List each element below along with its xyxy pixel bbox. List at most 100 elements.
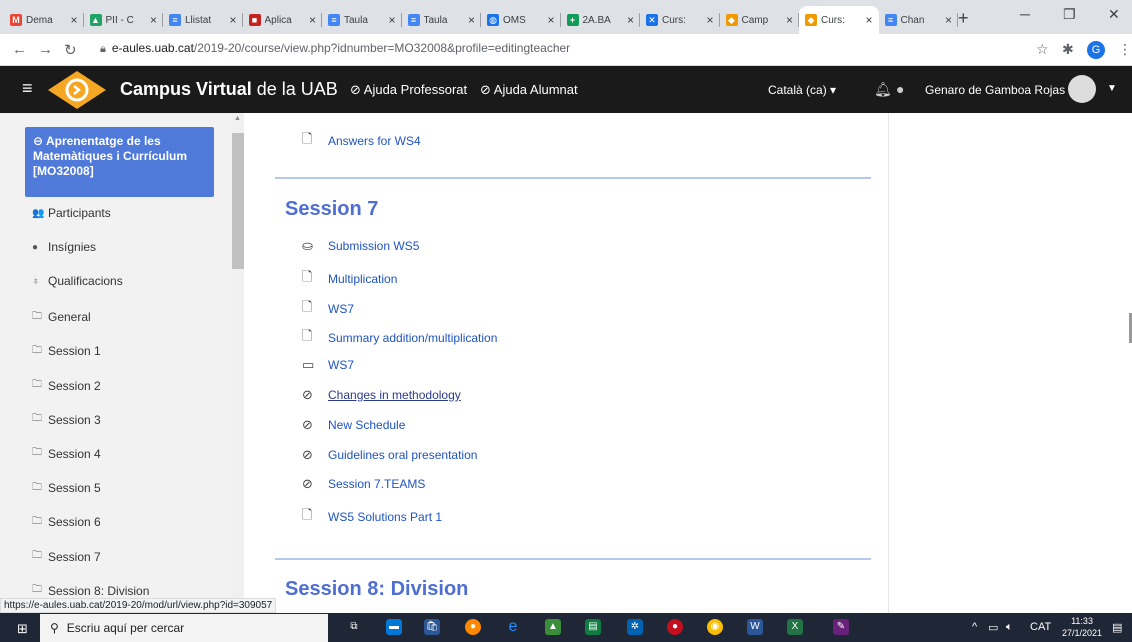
activity-link[interactable]: Guidelines oral presentation xyxy=(328,448,477,462)
tab-close-icon[interactable]: × xyxy=(70,13,77,27)
extensions-icon[interactable]: ✱ xyxy=(1062,41,1074,58)
activity-item[interactable]: ⊘ Session 7.TEAMS xyxy=(302,476,425,492)
activity-item[interactable]: 🗋 Summary addition/multiplication xyxy=(302,327,497,349)
menu-dots-icon[interactable]: ⋮ xyxy=(1118,41,1132,58)
hamburger-menu-icon[interactable]: ≡ xyxy=(22,78,33,99)
activity-item[interactable]: ⊘ Guidelines oral presentation xyxy=(302,447,477,463)
sidebar-item[interactable]: 🗀 Session 7 xyxy=(32,548,101,565)
notification-icon[interactable]: ▤ xyxy=(1112,621,1122,634)
browser-tab[interactable]: +2A.BA × xyxy=(561,6,641,34)
browser-tab[interactable]: ■ Aplica × xyxy=(243,6,323,34)
profile-avatar[interactable]: G xyxy=(1087,41,1105,59)
new-tab-button[interactable]: + xyxy=(958,8,969,29)
section-title-session7[interactable]: Session 7 xyxy=(285,198,378,221)
activity-link[interactable]: New Schedule xyxy=(328,418,405,432)
app-red-icon[interactable]: ● xyxy=(667,619,683,635)
taskbar-search[interactable]: ⚲ Escriu aquí per cercar xyxy=(40,614,328,642)
input-language[interactable]: CAT xyxy=(1030,621,1051,633)
tab-close-icon[interactable]: × xyxy=(627,13,634,27)
sidebar-item[interactable]: 🗀 Session 6 xyxy=(32,514,101,531)
scrollbar-thumb[interactable] xyxy=(232,133,244,269)
browser-tab[interactable]: M Dema × xyxy=(4,6,84,34)
sidebar-item[interactable]: ● Insígnies xyxy=(32,240,96,254)
user-avatar[interactable] xyxy=(1068,75,1096,103)
activity-item[interactable]: 🗋 WS7 xyxy=(302,298,354,320)
restore-icon[interactable]: ❐ xyxy=(1063,6,1076,23)
tab-close-icon[interactable]: × xyxy=(309,13,316,27)
tab-close-icon[interactable]: × xyxy=(150,13,157,27)
browser-tab[interactable]: ≡ Taula × xyxy=(322,6,402,34)
browser-tab[interactable]: ≡ Llistat × xyxy=(163,6,243,34)
tab-close-icon[interactable]: × xyxy=(945,13,952,27)
activity-link[interactable]: Session 7.TEAMS xyxy=(328,477,425,491)
excel-icon[interactable]: X xyxy=(787,619,803,635)
tab-close-icon[interactable]: × xyxy=(786,13,793,27)
campus-logo-icon[interactable] xyxy=(48,71,106,109)
chrome-icon[interactable]: ◉ xyxy=(707,619,723,635)
activity-link[interactable]: WS7 xyxy=(328,358,354,372)
reload-icon[interactable]: ↻ xyxy=(64,41,77,59)
activity-link[interactable]: Changes in methodology xyxy=(328,388,461,402)
back-icon[interactable]: ← xyxy=(12,41,27,58)
edge-icon[interactable]: e xyxy=(505,619,521,635)
chevron-down-icon[interactable]: ▼ xyxy=(1107,83,1117,94)
sidebar-item[interactable]: ♁ Qualificacions xyxy=(32,274,123,288)
tray-chevron-icon[interactable]: ^ xyxy=(972,621,977,633)
activity-link[interactable]: Submission WS5 xyxy=(328,239,419,253)
sidebar-item[interactable]: 🗀 Session 8: Division xyxy=(32,582,149,599)
browser-tab[interactable]: ▲ PII - C × xyxy=(84,6,164,34)
sidebar-item[interactable]: 👥 Participants xyxy=(32,206,111,220)
sidebar-item[interactable]: 🗀 Session 5 xyxy=(32,480,101,497)
tab-close-icon[interactable]: × xyxy=(229,13,236,27)
firefox-icon[interactable]: ● xyxy=(465,619,481,635)
activity-link[interactable]: Answers for WS4 xyxy=(328,134,421,148)
activity-item[interactable]: 🗋 Multiplication xyxy=(302,268,397,290)
tab-close-icon[interactable]: × xyxy=(865,13,872,27)
sidebar-item[interactable]: 🗀 General xyxy=(32,309,91,326)
browser-tab[interactable]: ◆ Curs: × xyxy=(799,6,879,34)
activity-item[interactable]: 🗋 Answers for WS4 xyxy=(302,130,421,152)
activity-link[interactable]: WS5 Solutions Part 1 xyxy=(328,510,442,524)
activity-item[interactable]: ▭ WS7 xyxy=(302,357,354,373)
minimize-icon[interactable]: ─ xyxy=(1020,6,1030,22)
paint-icon[interactable]: ✎ xyxy=(833,619,849,635)
chat-icon[interactable]: ● xyxy=(896,81,904,97)
sidebar-scrollbar[interactable]: ▲ xyxy=(232,113,244,613)
section-title-session8[interactable]: Session 8: Division xyxy=(285,578,468,601)
file-explorer-icon[interactable]: ▬ xyxy=(386,619,402,635)
task-view-icon[interactable]: ⧉ xyxy=(346,619,362,635)
user-name[interactable]: Genaro de Gamboa Rojas xyxy=(925,83,1065,97)
star-icon[interactable]: ☆ xyxy=(1036,41,1049,58)
activity-item[interactable]: ⊘ New Schedule xyxy=(302,417,405,433)
word-icon[interactable]: W xyxy=(747,619,763,635)
battery-icon[interactable]: ▭ xyxy=(988,621,998,634)
help-teacher-link[interactable]: ⊘ Ajuda Professorat xyxy=(350,82,467,98)
browser-tab[interactable]: ≡ Taula × xyxy=(402,6,482,34)
clock[interactable]: 11:33 27/1/2021 xyxy=(1062,615,1102,639)
activity-link[interactable]: Summary addition/multiplication xyxy=(328,331,497,345)
bell-icon[interactable]: 🔔︎ xyxy=(874,81,892,98)
tab-close-icon[interactable]: × xyxy=(388,13,395,27)
activity-item[interactable]: ⛀ Submission WS5 xyxy=(302,238,419,254)
sidebar-item[interactable]: 🗀 Session 3 xyxy=(32,411,101,428)
store-icon[interactable]: 🛍︎ xyxy=(424,619,440,635)
activity-link[interactable]: Multiplication xyxy=(328,272,397,286)
settings-app-icon[interactable]: ✲ xyxy=(627,619,643,635)
windows-start-icon[interactable]: ⊞ xyxy=(17,621,28,637)
scroll-up-icon[interactable]: ▲ xyxy=(234,115,241,122)
browser-tab[interactable]: ◍ OMS × xyxy=(481,6,561,34)
language-menu[interactable]: Català (ca) ▾ xyxy=(768,83,836,97)
activity-link[interactable]: WS7 xyxy=(328,302,354,316)
photos-icon[interactable]: ▲ xyxy=(545,619,561,635)
url-field[interactable]: 🔒︎ e-aules.uab.cat/2019-20/course/view.ph… xyxy=(100,41,570,56)
notes-icon[interactable]: ▤ xyxy=(585,619,601,635)
close-window-icon[interactable]: ✕ xyxy=(1108,6,1120,23)
sidebar-item[interactable]: 🗀 Session 4 xyxy=(32,445,101,462)
tab-close-icon[interactable]: × xyxy=(547,13,554,27)
sidebar-item[interactable]: 🗀 Session 1 xyxy=(32,343,101,360)
volume-icon[interactable]: 🔈︎ xyxy=(1006,621,1013,634)
activity-item[interactable]: 🗋 WS5 Solutions Part 1 xyxy=(302,506,442,528)
tab-close-icon[interactable]: × xyxy=(706,13,713,27)
site-title[interactable]: Campus Virtual de la UAB xyxy=(120,79,338,100)
sidebar-item[interactable]: 🗀 Session 2 xyxy=(32,377,101,394)
